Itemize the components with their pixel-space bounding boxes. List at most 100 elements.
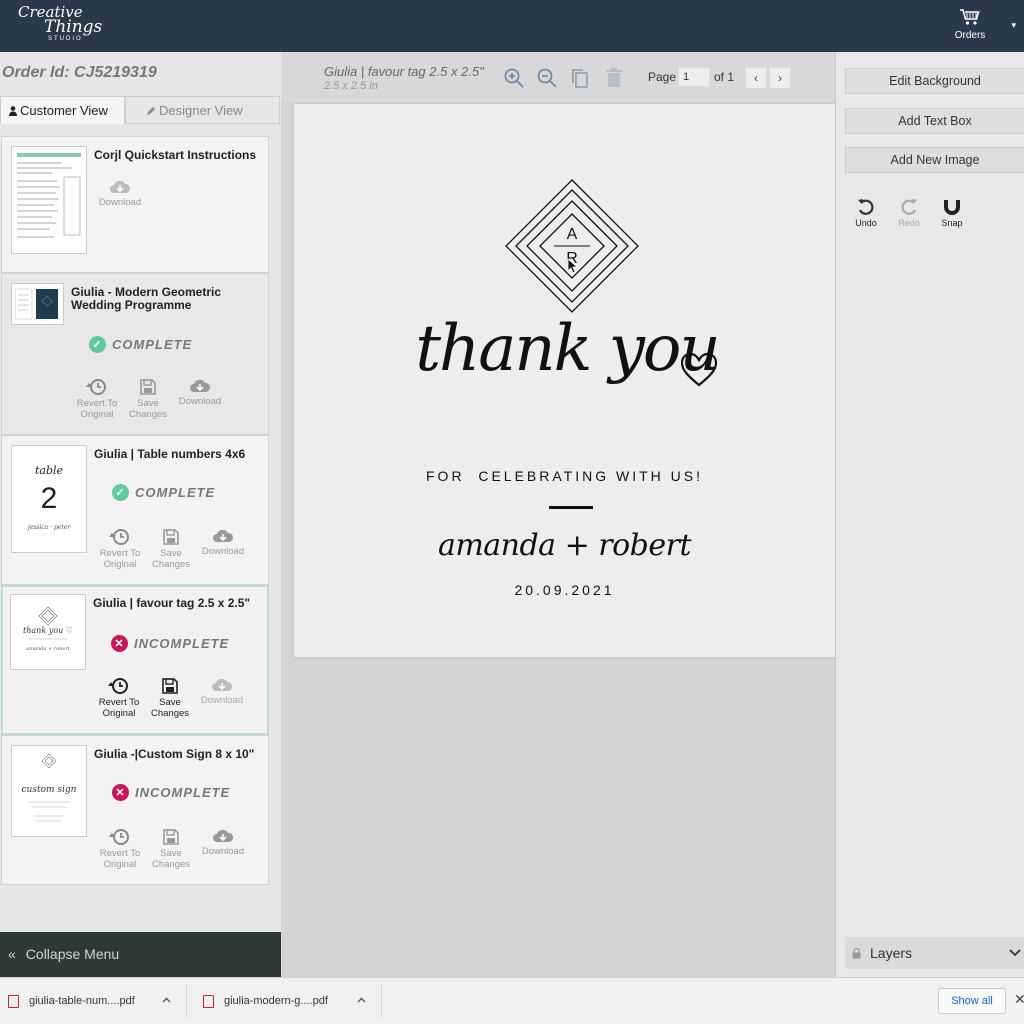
download-label: Download bbox=[98, 197, 142, 208]
download-label: Download bbox=[200, 695, 244, 706]
save-label: Save Changes bbox=[128, 398, 168, 420]
download-bar: giulia-table-num....pdf giulia-modern-g.… bbox=[0, 977, 1024, 1024]
heart-icon[interactable] bbox=[680, 352, 718, 388]
revert-label: Revert To Original bbox=[76, 398, 118, 420]
download-file-name: giulia-modern-g....pdf bbox=[224, 995, 328, 1007]
next-page-button[interactable]: › bbox=[769, 67, 791, 89]
revert-button[interactable]: Revert To Original bbox=[94, 828, 146, 870]
order-id: Order Id: CJ5219319 bbox=[2, 64, 157, 81]
status-badge: ✓ COMPLETE bbox=[89, 336, 192, 353]
save-button[interactable]: Save Changes bbox=[145, 828, 197, 870]
download-button[interactable]: Download bbox=[197, 528, 249, 557]
product-card-selected[interactable]: thank you ♡ amanda + robert Giulia | fav… bbox=[1, 585, 269, 735]
save-button[interactable]: Save Changes bbox=[145, 528, 197, 570]
revert-button[interactable]: Revert To Original bbox=[71, 378, 123, 420]
revert-clock-icon bbox=[86, 379, 106, 395]
page-input[interactable]: 1 bbox=[678, 67, 710, 87]
product-card[interactable]: table 2 jessica · peter Giulia | Table n… bbox=[1, 435, 269, 585]
top-bar: Creative Things STUDIO Orders ▾ bbox=[0, 0, 1024, 52]
double-chevron-left-icon: « bbox=[8, 946, 16, 962]
add-text-box-button[interactable]: Add Text Box bbox=[845, 108, 1024, 134]
status-label: COMPLETE bbox=[135, 485, 216, 500]
tab-designer-label: Designer View bbox=[159, 103, 243, 118]
design-canvas[interactable]: A R thank you FOR CELEBRATING WITH US! a… bbox=[294, 104, 835, 657]
status-label: INCOMPLETE bbox=[134, 636, 230, 651]
edit-background-button[interactable]: Edit Background bbox=[845, 68, 1024, 94]
product-title: Giulia | Table numbers 4x6 bbox=[94, 447, 246, 461]
download-file-name: giulia-table-num....pdf bbox=[29, 995, 135, 1007]
download-label: Download bbox=[201, 546, 245, 557]
product-title: Giulia - Modern Geometric Wedding Progra… bbox=[71, 285, 222, 312]
document-preview bbox=[17, 153, 81, 238]
undo-button[interactable]: Undo bbox=[849, 198, 883, 228]
cloud-download-icon bbox=[110, 180, 131, 193]
svg-text:amanda + robert: amanda + robert bbox=[26, 646, 70, 652]
chevron-up-icon[interactable] bbox=[162, 997, 171, 1003]
product-title: Corjl Quickstart Instructions bbox=[94, 148, 257, 162]
cloud-download-icon bbox=[212, 678, 233, 691]
close-icon[interactable]: ✕ bbox=[1014, 991, 1024, 1008]
floppy-disk-icon bbox=[163, 529, 179, 545]
redo-label: Redo bbox=[898, 218, 920, 228]
cloud-download-icon bbox=[190, 379, 211, 392]
product-card[interactable]: custom sign Giulia -|Custom Sign 8 x 10"… bbox=[1, 735, 269, 885]
cloud-download-icon bbox=[213, 529, 234, 542]
tab-customer-view[interactable]: Customer View bbox=[0, 96, 125, 124]
page-count: of 1 bbox=[714, 70, 735, 84]
download-item[interactable]: giulia-modern-g....pdf bbox=[203, 988, 373, 1014]
trash-icon[interactable] bbox=[605, 67, 623, 89]
prev-page-button[interactable]: ‹ bbox=[745, 67, 767, 89]
product-thumbnail: table 2 jessica · peter bbox=[11, 445, 87, 553]
chevron-down-icon[interactable]: ▾ bbox=[1011, 20, 1016, 31]
orders-button[interactable]: Orders bbox=[950, 8, 990, 41]
tab-designer-view[interactable]: Designer View bbox=[125, 96, 280, 124]
product-card[interactable]: Giulia - Modern Geometric Wedding Progra… bbox=[1, 273, 269, 435]
page-label: Page bbox=[648, 70, 677, 84]
show-all-downloads-button[interactable]: Show all bbox=[938, 988, 1006, 1014]
caption-text[interactable]: FOR CELEBRATING WITH US! bbox=[294, 468, 835, 484]
duplicate-icon[interactable] bbox=[570, 67, 590, 89]
save-button[interactable]: Save Changes bbox=[122, 378, 174, 420]
product-thumbnail: custom sign bbox=[11, 745, 87, 837]
revert-label: Revert To Original bbox=[98, 697, 140, 719]
status-badge: ✓ COMPLETE bbox=[112, 484, 215, 501]
favour-tag-preview: thank you ♡ amanda + robert bbox=[23, 606, 73, 652]
check-icon: ✓ bbox=[112, 484, 129, 501]
editor-toolbar: Giulia | favour tag 2.5 x 2.5" 2.5 x 2.5… bbox=[281, 52, 835, 102]
snap-button[interactable]: Snap bbox=[935, 198, 969, 228]
zoom-out-icon[interactable] bbox=[536, 67, 558, 89]
chevron-up-icon[interactable] bbox=[357, 997, 366, 1003]
download-button[interactable]: Download bbox=[174, 378, 226, 407]
couple-names[interactable]: amanda + robert bbox=[294, 528, 835, 563]
zoom-in-icon[interactable] bbox=[503, 67, 525, 89]
download-button[interactable]: Download bbox=[197, 828, 249, 857]
magnet-icon bbox=[944, 200, 960, 215]
redo-icon bbox=[901, 199, 917, 215]
download-separator bbox=[381, 984, 382, 1018]
save-button[interactable]: Save Changes bbox=[144, 677, 196, 719]
layers-panel-toggle[interactable]: Layers bbox=[845, 937, 1024, 969]
event-date[interactable]: 20.09.2021 bbox=[294, 582, 835, 598]
snap-label: Snap bbox=[941, 218, 963, 228]
product-card[interactable]: Corjl Quickstart Instructions Download bbox=[1, 136, 269, 273]
x-circle-icon: ✕ bbox=[112, 784, 129, 801]
mouse-cursor-icon bbox=[567, 258, 579, 274]
undo-label: Undo bbox=[855, 218, 877, 228]
product-thumbnail: thank you ♡ amanda + robert bbox=[10, 594, 86, 670]
download-button[interactable]: Download bbox=[94, 179, 146, 208]
brand-logo[interactable]: Creative Things STUDIO bbox=[18, 5, 102, 43]
download-item[interactable]: giulia-table-num....pdf bbox=[8, 988, 178, 1014]
add-new-image-button[interactable]: Add New Image bbox=[845, 147, 1024, 173]
revert-button[interactable]: Revert To Original bbox=[94, 528, 146, 570]
x-circle-icon: ✕ bbox=[111, 635, 128, 652]
programme-preview bbox=[14, 288, 58, 320]
monogram-diamond[interactable] bbox=[504, 178, 640, 314]
pdf-file-icon bbox=[203, 994, 214, 1008]
document-size: 2.5 x 2.5 in bbox=[324, 80, 378, 92]
download-button[interactable]: Download bbox=[196, 677, 248, 706]
status-badge: ✕ INCOMPLETE bbox=[112, 784, 230, 801]
redo-button[interactable]: Redo bbox=[892, 198, 926, 228]
revert-button[interactable]: Revert To Original bbox=[93, 677, 145, 719]
collapse-menu-button[interactable]: « Collapse Menu bbox=[0, 932, 281, 977]
status-label: COMPLETE bbox=[112, 337, 193, 352]
